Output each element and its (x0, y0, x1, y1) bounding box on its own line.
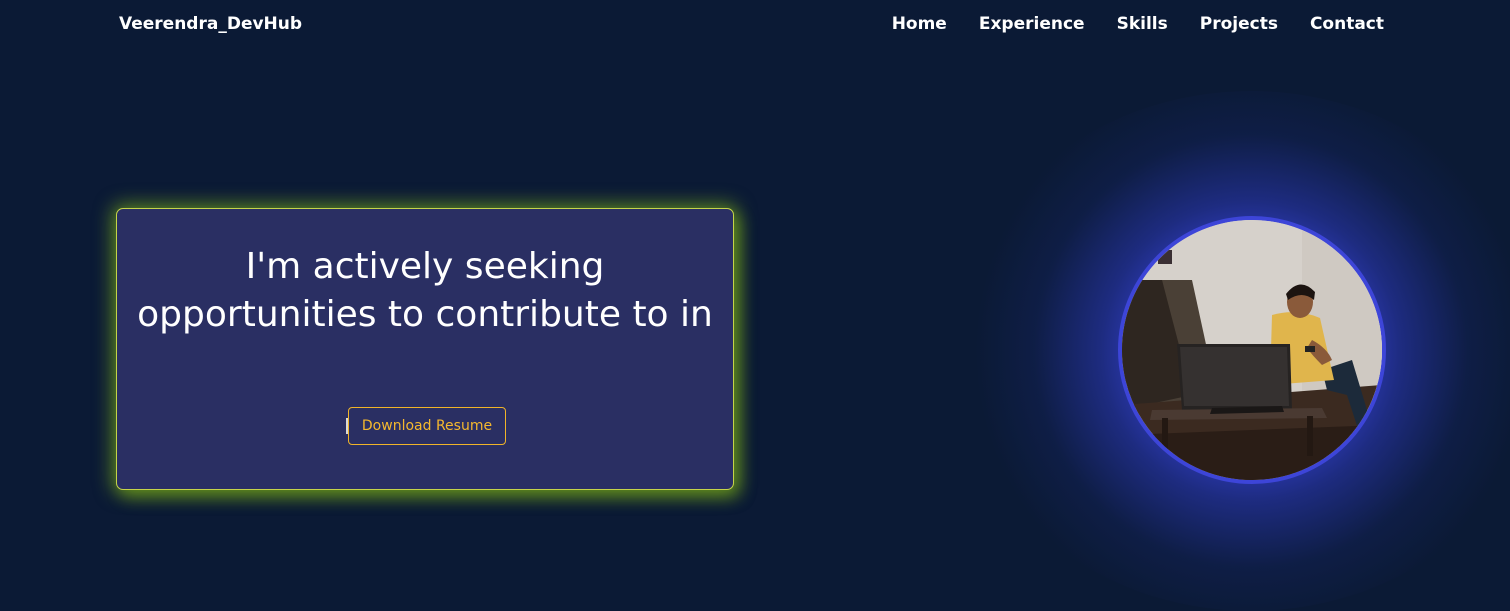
main-nav: Home Experience Skills Projects Contact (892, 14, 1384, 34)
nav-home[interactable]: Home (892, 14, 947, 34)
profile-photo-illustration (1122, 220, 1382, 480)
hero-card: I'm actively seeking opportunities to co… (116, 208, 734, 490)
hero-headline: I'm actively seeking opportunities to co… (137, 246, 713, 335)
nav-contact[interactable]: Contact (1310, 14, 1384, 34)
nav-skills[interactable]: Skills (1117, 14, 1168, 34)
nav-projects[interactable]: Projects (1200, 14, 1278, 34)
profile-photo (1118, 216, 1386, 484)
download-resume-button[interactable]: Download Resume (348, 407, 506, 445)
brand-logo[interactable]: Veerendra_DevHub (119, 14, 302, 34)
nav-experience[interactable]: Experience (979, 14, 1085, 34)
portfolio-page: Veerendra_DevHub Home Experience Skills … (0, 0, 1510, 611)
